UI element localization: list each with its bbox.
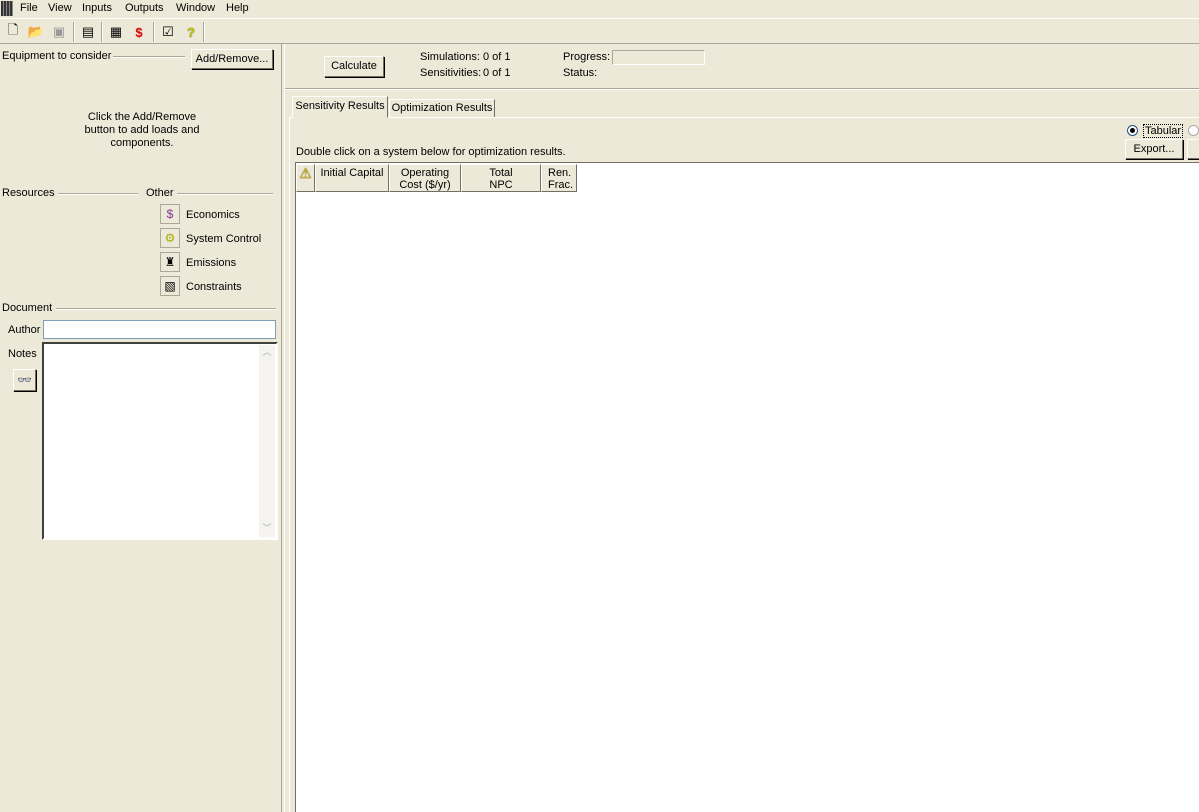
menu-help[interactable]: Help bbox=[226, 2, 249, 14]
notes-textarea[interactable]: ︿ ﹀ bbox=[42, 342, 278, 540]
other-label: Other bbox=[146, 187, 174, 199]
system-control-icon[interactable]: ⚙ bbox=[160, 228, 180, 248]
panel-splitter[interactable] bbox=[281, 44, 285, 812]
equipment-hint: Click the Add/Remove button to add loads… bbox=[84, 111, 200, 149]
column-ren-frac[interactable]: Ren. Frac. bbox=[541, 164, 577, 192]
author-input[interactable] bbox=[43, 320, 276, 339]
emissions-icon[interactable]: ♜ bbox=[160, 252, 180, 272]
notes-label: Notes bbox=[8, 348, 37, 360]
menu-window[interactable]: Window bbox=[176, 2, 215, 14]
menu-file[interactable]: File bbox=[20, 2, 38, 14]
column-total-npc[interactable]: Total NPC bbox=[461, 164, 541, 192]
emissions-link[interactable]: Emissions bbox=[186, 257, 236, 269]
status-label: Status: bbox=[563, 67, 598, 79]
calculate-button[interactable]: Calculate bbox=[324, 56, 384, 77]
export-button[interactable]: Export... bbox=[1125, 139, 1183, 159]
tab-optimization-results[interactable]: Optimization Results bbox=[389, 99, 495, 118]
cost-table-icon[interactable]: $ bbox=[130, 23, 148, 41]
app-logo-icon bbox=[1, 1, 13, 16]
scroll-down-icon[interactable]: ﹀ bbox=[259, 521, 275, 537]
new-file-icon[interactable]: 🗋 bbox=[4, 22, 22, 41]
tab-sensitivity-results[interactable]: Sensitivity Results bbox=[292, 96, 388, 118]
warning-icon: ⚠ bbox=[296, 164, 315, 192]
sensitivities-value: 0 of 1 bbox=[483, 67, 511, 79]
menu-bar: File View Inputs Outputs Window Help bbox=[0, 0, 1199, 17]
constraints-link[interactable]: Constraints bbox=[186, 281, 242, 293]
help-icon[interactable]: ? bbox=[182, 23, 200, 41]
table-icon[interactable]: ▦ bbox=[107, 23, 125, 41]
properties-icon[interactable]: ☑ bbox=[159, 23, 177, 41]
menu-outputs[interactable]: Outputs bbox=[125, 2, 164, 14]
add-remove-button[interactable]: Add/Remove... bbox=[191, 49, 273, 69]
column-operating-cost[interactable]: Operating Cost ($/yr) bbox=[389, 164, 461, 192]
document-label: Document bbox=[2, 302, 53, 314]
view-notes-glasses-icon[interactable]: 👓 bbox=[13, 369, 36, 391]
report-icon[interactable]: ▤ bbox=[79, 23, 97, 41]
progress-bar bbox=[612, 50, 705, 65]
toolbar: 🗋 📂 ▣ ▤ ▦ $ ☑ ? bbox=[0, 18, 1199, 44]
graphical-radio[interactable] bbox=[1188, 125, 1199, 136]
tabular-radio[interactable] bbox=[1127, 125, 1138, 136]
details-button[interactable] bbox=[1187, 139, 1199, 159]
simulations-value: 0 of 1 bbox=[483, 51, 511, 63]
sensitivities-label: Sensitivities: bbox=[420, 67, 482, 79]
tabular-label[interactable]: Tabular bbox=[1143, 124, 1184, 138]
author-label: Author bbox=[8, 324, 41, 336]
progress-label: Progress: bbox=[563, 51, 611, 63]
save-icon[interactable]: ▣ bbox=[50, 23, 68, 41]
scroll-up-icon[interactable]: ︿ bbox=[259, 345, 275, 361]
notes-scrollbar[interactable]: ︿ ﹀ bbox=[259, 345, 275, 537]
menu-inputs[interactable]: Inputs bbox=[82, 2, 112, 14]
constraints-icon[interactable]: ▧ bbox=[160, 276, 180, 296]
instruction-text: Double click on a system below for optim… bbox=[296, 146, 566, 158]
system-control-link[interactable]: System Control bbox=[186, 233, 261, 245]
open-folder-icon[interactable]: 📂 bbox=[27, 23, 45, 41]
economics-link[interactable]: Economics bbox=[186, 209, 240, 221]
column-initial-capital[interactable]: Initial Capital bbox=[315, 164, 389, 192]
menu-view[interactable]: View bbox=[48, 2, 72, 14]
equipment-label: Equipment to consider bbox=[2, 50, 112, 62]
resources-label: Resources bbox=[2, 187, 55, 199]
results-table[interactable] bbox=[295, 162, 1199, 812]
economics-icon[interactable]: $ bbox=[160, 204, 180, 224]
simulations-label: Simulations: bbox=[420, 51, 480, 63]
